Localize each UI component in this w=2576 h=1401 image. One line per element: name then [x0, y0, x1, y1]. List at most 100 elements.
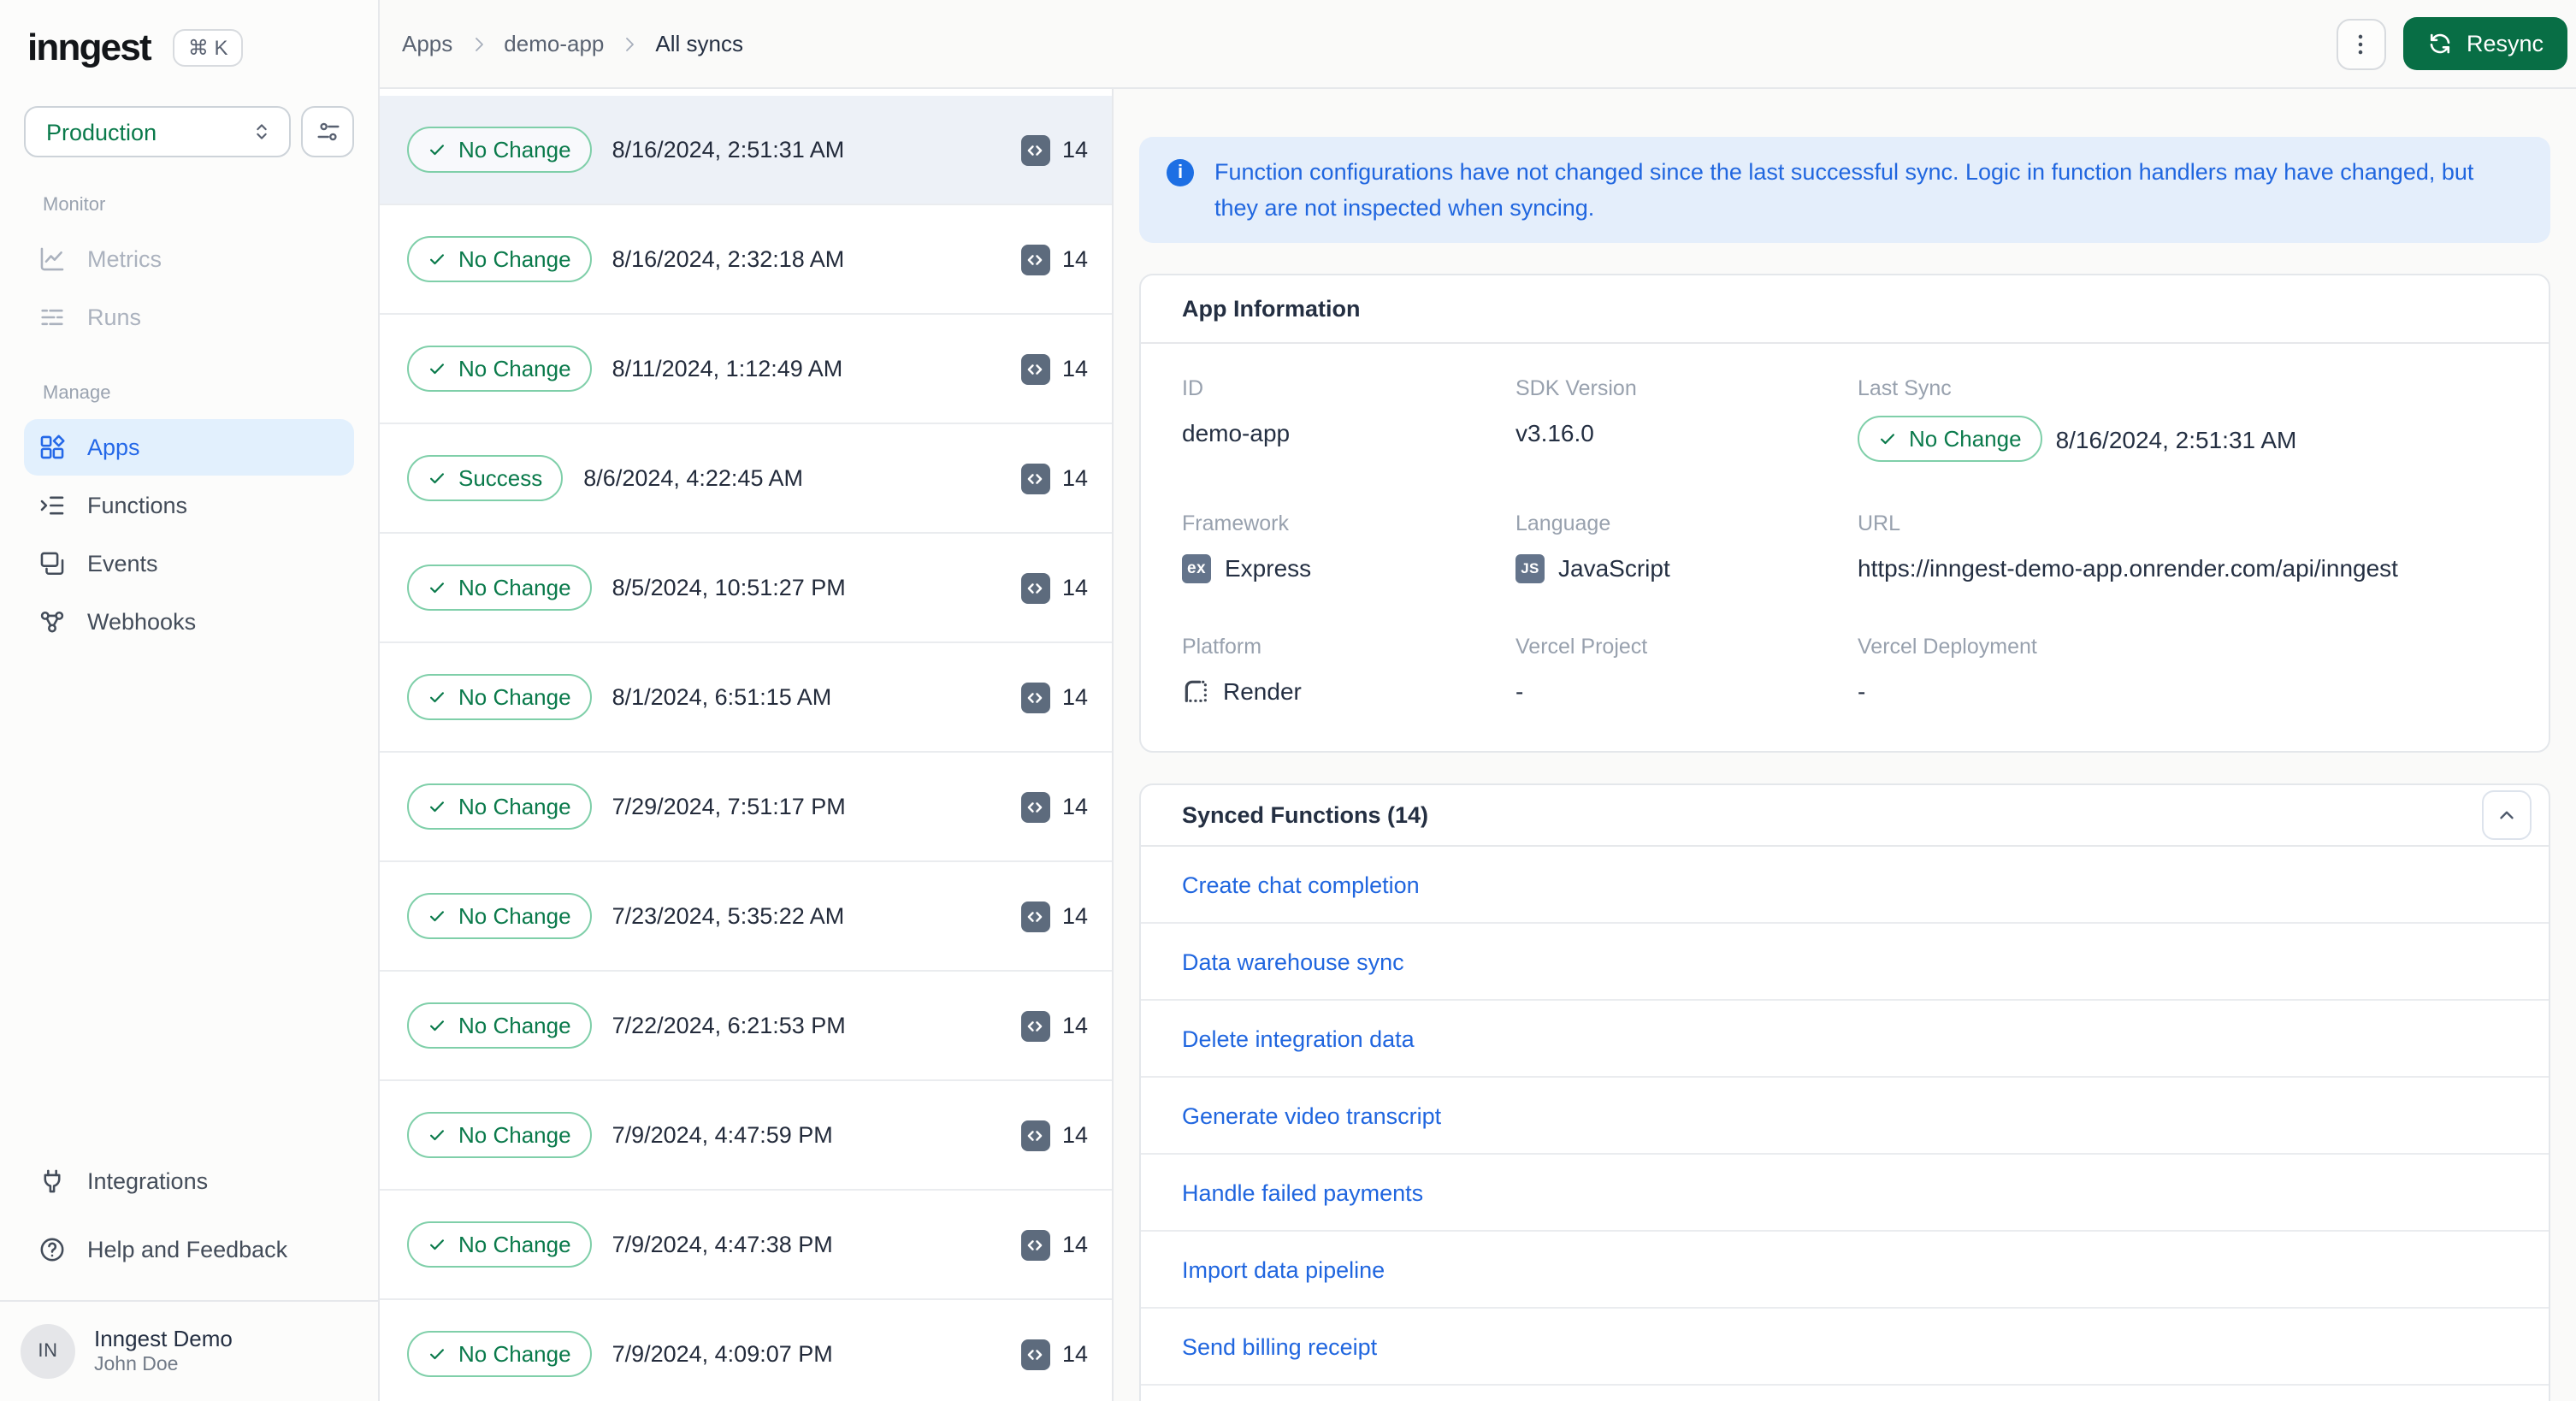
status-badge: No Change — [407, 236, 592, 282]
sync-list-item[interactable]: No Change 8/1/2024, 6:51:15 AM 14 — [380, 643, 1112, 753]
app-information-header: App Information — [1141, 275, 2549, 344]
function-count: 14 — [1020, 1229, 1088, 1260]
field-value: demo-app — [1182, 416, 1515, 450]
function-link-create-chat-completion[interactable]: Create chat completion — [1182, 872, 1420, 897]
environment-selector[interactable]: Production — [24, 106, 291, 157]
check-icon — [428, 469, 446, 488]
resync-label: Resync — [2466, 31, 2544, 56]
collapse-functions-button[interactable] — [2482, 790, 2532, 840]
function-count-value: 14 — [1061, 903, 1088, 929]
status-badge: No Change — [1858, 416, 2042, 462]
resync-button[interactable]: Resync — [2402, 17, 2567, 70]
status-badge-label: No Change — [458, 575, 571, 600]
sync-list-item[interactable]: No Change 8/16/2024, 2:51:31 AM 14 — [380, 96, 1112, 205]
code-icon — [1020, 682, 1050, 712]
code-brackets-icon — [1027, 689, 1044, 706]
function-row: Data warehouse sync — [1141, 924, 2549, 1001]
sidebar-item-metrics[interactable]: Metrics — [24, 231, 354, 287]
status-badge-label: No Change — [458, 1122, 571, 1148]
breadcrumb-item-apps[interactable]: Apps — [402, 31, 452, 56]
app-information-grid: ID demo-app SDK Version v3.16.0 Last Sync No … — [1141, 344, 2549, 751]
sidebar-item-events[interactable]: Events — [24, 535, 354, 592]
breadcrumb-item-demo-app[interactable]: demo-app — [504, 31, 604, 56]
sync-detail-pane: i Function configurations have not chang… — [1114, 89, 2576, 1401]
function-count-value: 14 — [1061, 794, 1088, 819]
sidebar-item-help-and-feedback[interactable]: Help and Feedback — [24, 1221, 354, 1278]
field-value: - — [1858, 674, 2508, 708]
user-name: John Doe — [94, 1355, 179, 1375]
sync-list-item[interactable]: No Change 8/5/2024, 10:51:27 PM 14 — [380, 534, 1112, 643]
app-info-field-sdk-version: SDK Version v3.16.0 — [1515, 376, 1858, 462]
function-link-handle-failed-payments[interactable]: Handle failed payments — [1182, 1179, 1423, 1205]
function-link-send-billing-receipt[interactable]: Send billing receipt — [1182, 1333, 1377, 1359]
sidebar-item-label: Help and Feedback — [87, 1237, 288, 1262]
function-count: 14 — [1020, 791, 1088, 822]
sidebar-item-label: Webhooks — [87, 609, 197, 635]
sidebar-item-functions[interactable]: Functions — [24, 477, 354, 534]
webhooks-icon — [38, 607, 67, 636]
field-value: https://inngest-demo-app.onrender.com/ap… — [1858, 551, 2508, 585]
code-brackets-icon — [1027, 907, 1044, 925]
function-count-value: 14 — [1061, 465, 1088, 491]
sync-list-item[interactable]: No Change 7/9/2024, 4:47:59 PM 14 — [380, 1081, 1112, 1191]
org-name: Inngest Demo — [94, 1326, 233, 1351]
code-icon — [1020, 463, 1050, 494]
sync-list-item[interactable]: No Change 7/22/2024, 6:21:53 PM 14 — [380, 972, 1112, 1081]
express-logo-icon: ex — [1182, 553, 1211, 582]
code-icon — [1020, 791, 1050, 822]
app-info-field-platform: Platform Render — [1182, 635, 1515, 708]
status-badge: No Change — [407, 1221, 592, 1268]
check-icon — [428, 907, 446, 925]
function-count: 14 — [1020, 572, 1088, 603]
check-icon — [428, 578, 446, 597]
sync-list-item[interactable]: No Change 7/29/2024, 7:51:17 PM 14 — [380, 753, 1112, 862]
check-icon — [428, 797, 446, 816]
sync-list-item[interactable]: Success 8/6/2024, 4:22:45 AM 14 — [380, 424, 1112, 534]
code-icon — [1020, 134, 1050, 165]
function-count: 14 — [1020, 1339, 1088, 1369]
breadcrumb-chevron-icon — [619, 33, 640, 54]
sync-list-item[interactable]: No Change 7/9/2024, 4:09:07 PM 14 — [380, 1300, 1112, 1401]
function-count-value: 14 — [1061, 137, 1088, 163]
sliders-icon — [314, 118, 341, 145]
check-icon — [428, 359, 446, 378]
metrics-icon — [38, 245, 67, 274]
status-badge-label: No Change — [458, 794, 571, 819]
function-link-delete-integration-data[interactable]: Delete integration data — [1182, 1026, 1415, 1051]
sync-timestamp: 7/22/2024, 6:21:53 PM — [612, 1013, 846, 1038]
function-count: 14 — [1020, 463, 1088, 494]
app-info-field-url: URL https://inngest-demo-app.onrender.com… — [1858, 511, 2508, 585]
status-badge: No Change — [407, 1331, 592, 1377]
check-icon — [428, 1345, 446, 1363]
info-icon: i — [1167, 158, 1194, 186]
field-value: No Change 8/16/2024, 2:51:31 AM — [1858, 416, 2508, 462]
user-menu[interactable]: IN Inngest Demo John Doe — [0, 1302, 378, 1401]
sync-list-item[interactable]: No Change 8/11/2024, 1:12:49 AM 14 — [380, 315, 1112, 424]
sync-timestamp: 8/1/2024, 6:51:15 AM — [612, 684, 832, 710]
breadcrumb: Apps demo-app All syncs — [402, 31, 743, 56]
more-actions-button[interactable] — [2336, 18, 2386, 69]
function-link-import-data-pipeline[interactable]: Import data pipeline — [1182, 1256, 1385, 1282]
top-bar: Apps demo-app All syncs Resync — [380, 0, 2576, 89]
sidebar-item-runs[interactable]: Runs — [24, 289, 354, 346]
field-value-text: v3.16.0 — [1515, 419, 1594, 446]
sidebar-item-apps[interactable]: Apps — [24, 419, 354, 476]
command-k-shortcut[interactable]: ⌘ K — [172, 29, 244, 67]
field-value-text: Render — [1223, 677, 1302, 705]
status-badge-label: No Change — [458, 1232, 571, 1257]
sync-list-item[interactable]: No Change 7/23/2024, 5:35:22 AM 14 — [380, 862, 1112, 972]
sync-timestamp: 7/23/2024, 5:35:22 AM — [612, 903, 845, 929]
sidebar-item-webhooks[interactable]: Webhooks — [24, 594, 354, 650]
function-count-value: 14 — [1061, 246, 1088, 272]
sync-timestamp: 8/11/2024, 1:12:49 AM — [612, 356, 843, 381]
sidebar-item-integrations[interactable]: Integrations — [24, 1153, 354, 1209]
function-link-generate-video-transcript[interactable]: Generate video transcript — [1182, 1102, 1441, 1128]
environment-filter-button[interactable] — [301, 106, 354, 157]
sync-list-item[interactable]: No Change 7/9/2024, 4:47:38 PM 14 — [380, 1191, 1112, 1300]
status-badge: Success — [407, 455, 564, 501]
sync-list-item[interactable]: No Change 8/16/2024, 2:32:18 AM 14 — [380, 205, 1112, 315]
function-link-data-warehouse-sync[interactable]: Data warehouse sync — [1182, 949, 1404, 974]
environment-row: Production — [0, 106, 378, 157]
code-brackets-icon — [1027, 470, 1044, 487]
sidebar-item-label: Metrics — [87, 246, 162, 272]
